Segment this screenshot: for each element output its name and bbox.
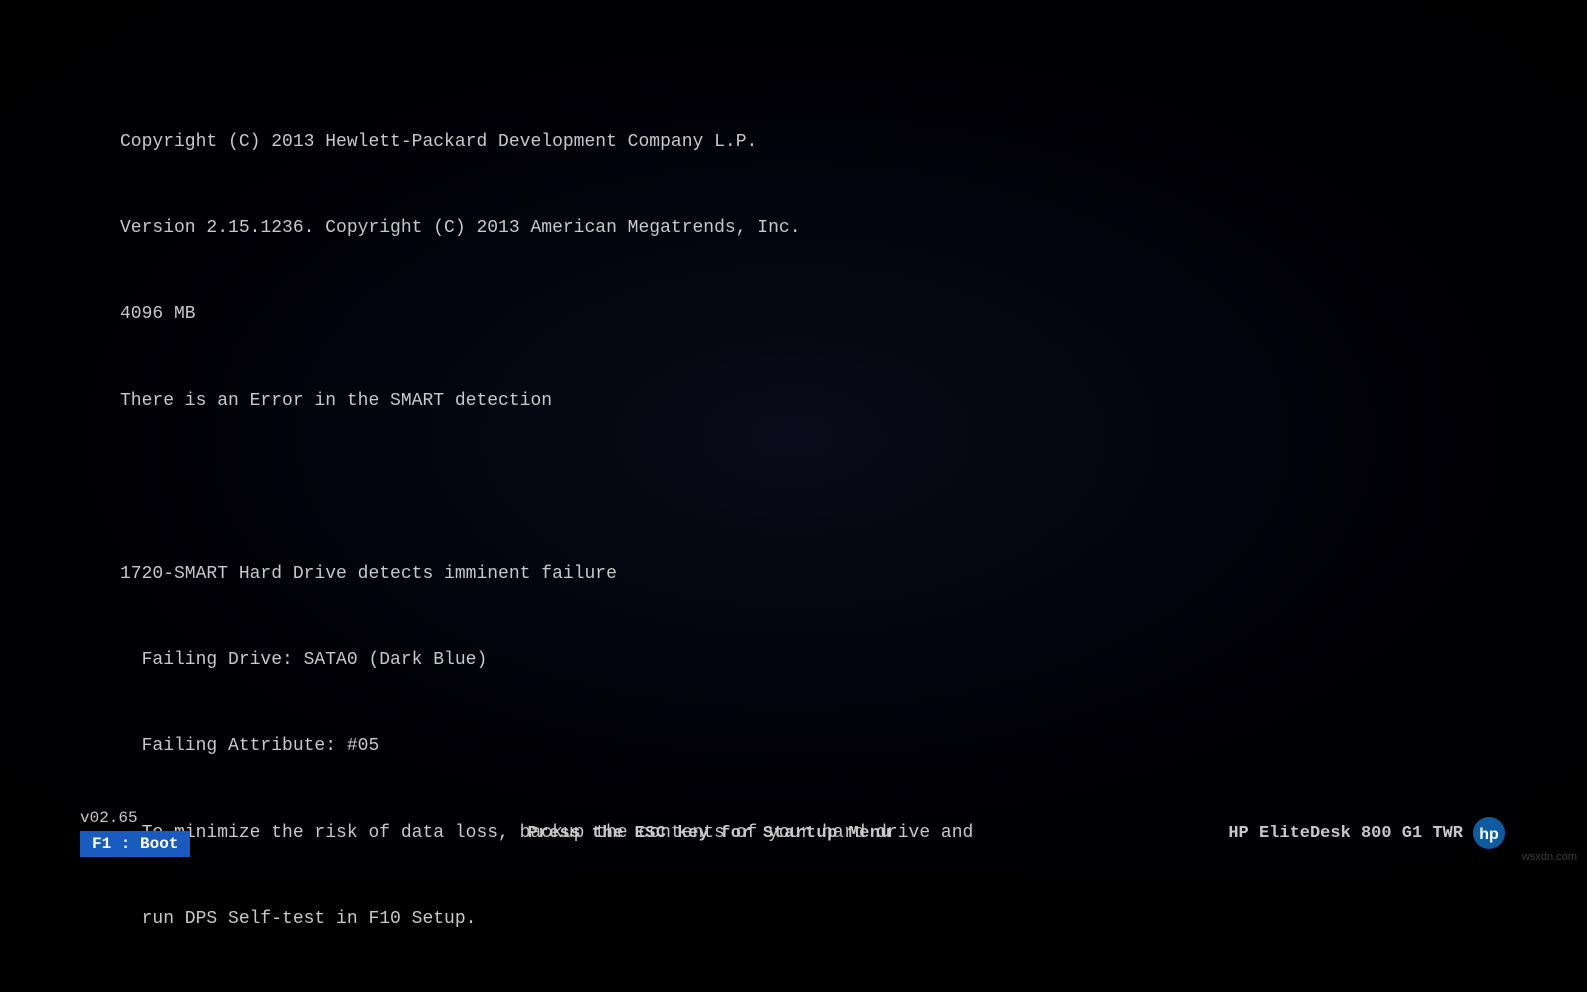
f1-boot-button[interactable]: F1 : Boot	[80, 831, 190, 857]
failing-drive-line: Failing Drive: SATA0 (Dark Blue)	[120, 646, 1467, 675]
bottom-bar: v02.65 F1 : Boot Press the ESC key for S…	[0, 793, 1587, 873]
site-watermark: wsxdn.com	[1522, 851, 1577, 863]
bottom-right-section: HP EliteDesk 800 G1 TWR hp	[1228, 815, 1507, 851]
bios-version: v02.65	[80, 809, 190, 827]
esc-startup-message: Press the ESC key for Startup Menu	[527, 824, 891, 843]
bios-screen: Copyright (C) 2013 Hewlett-Packard Devel…	[0, 0, 1587, 873]
svg-text:hp: hp	[1479, 826, 1499, 843]
smart-error-line: There is an Error in the SMART detection	[120, 387, 1467, 416]
copyright-line2: Version 2.15.1236. Copyright (C) 2013 Am…	[120, 214, 1467, 243]
failing-attr-line: Failing Attribute: #05	[120, 732, 1467, 761]
hp-model-label: HP EliteDesk 800 G1 TWR	[1228, 824, 1463, 843]
run-dps-line: run DPS Self-test in F10 Setup.	[120, 905, 1467, 934]
copyright-line1: Copyright (C) 2013 Hewlett-Packard Devel…	[120, 128, 1467, 157]
bottom-left-section: v02.65 F1 : Boot	[80, 809, 190, 857]
smart-warning-line: 1720-SMART Hard Drive detects imminent f…	[120, 560, 1467, 589]
bottom-center-section: Press the ESC key for Startup Menu	[190, 824, 1228, 843]
hp-logo-icon: hp	[1471, 815, 1507, 851]
memory-line: 4096 MB	[120, 300, 1467, 329]
